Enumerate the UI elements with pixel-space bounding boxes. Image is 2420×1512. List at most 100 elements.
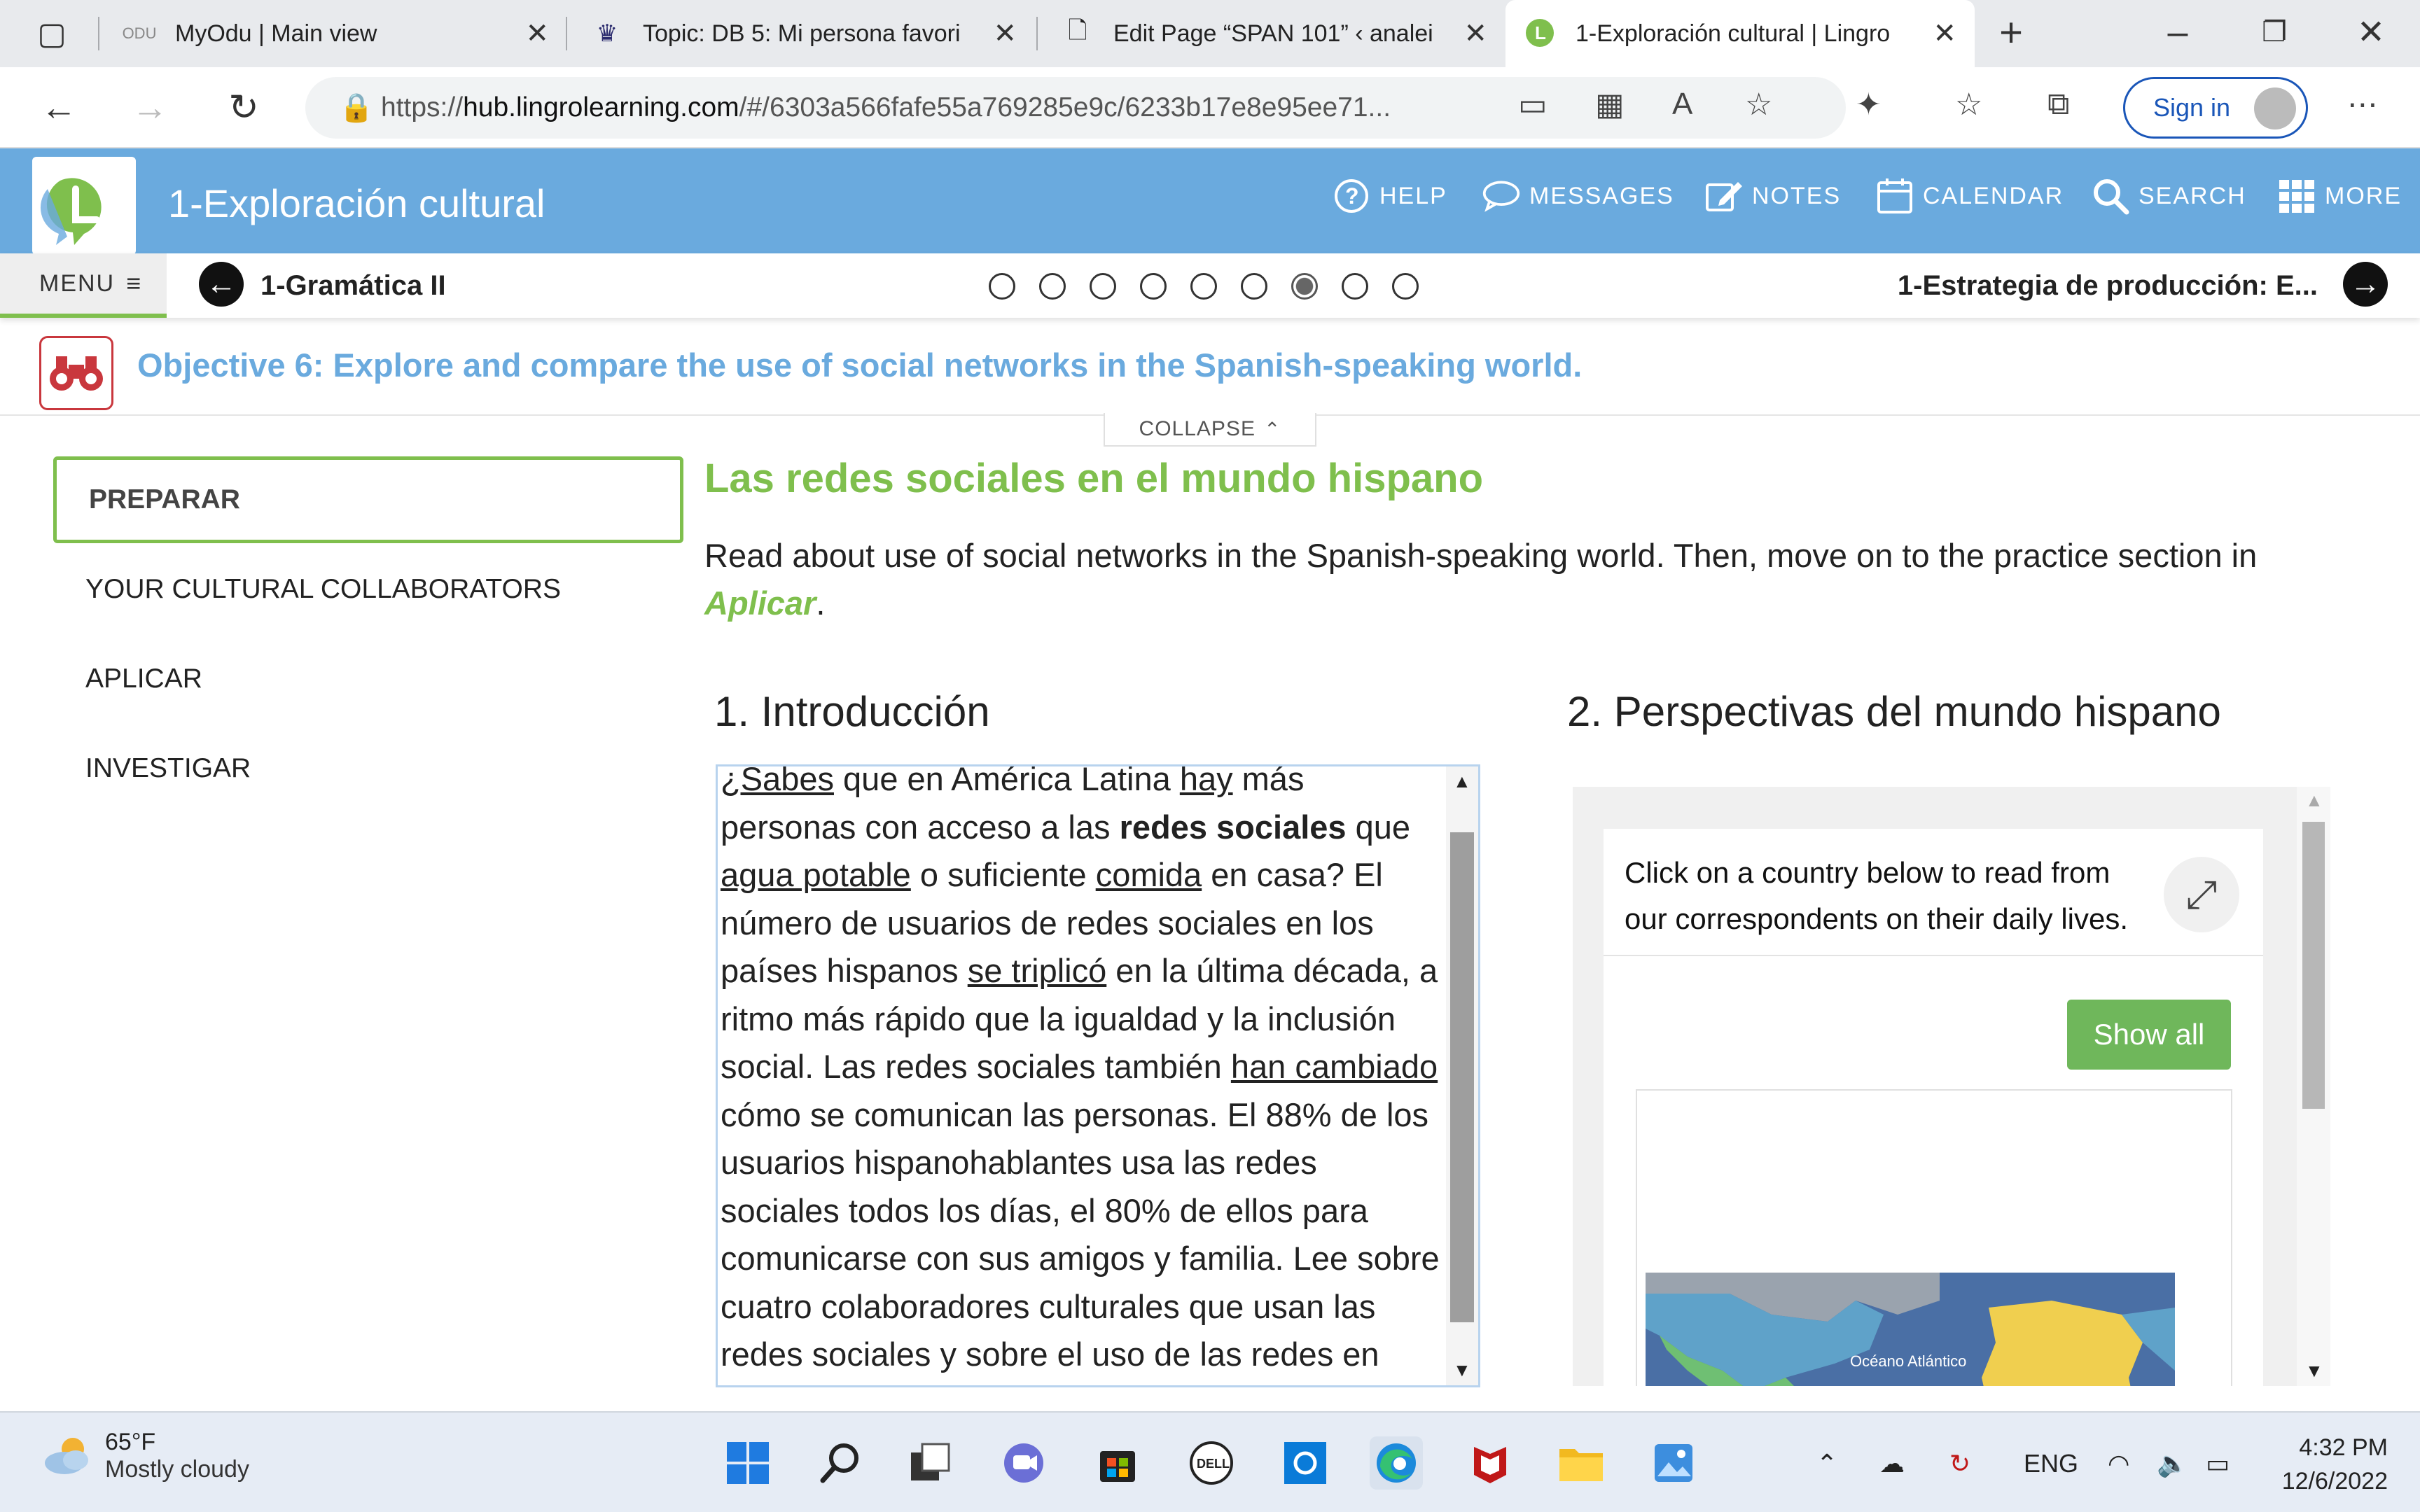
close-tab-icon[interactable]: ✕ <box>525 18 549 50</box>
language-indicator[interactable]: ENG <box>2024 1449 2078 1478</box>
battery-icon[interactable]: ▭ <box>2206 1449 2230 1478</box>
close-tab-icon[interactable]: ✕ <box>1463 18 1487 50</box>
settings-more-icon[interactable]: ⋯ <box>2347 87 2378 122</box>
favorites-icon[interactable]: ☆ <box>1955 87 1982 122</box>
sidebar-item-cultural-collaborators[interactable]: YOUR CULTURAL COLLABORATORS <box>53 546 683 633</box>
close-tab-icon[interactable]: ✕ <box>993 18 1017 50</box>
favorite-add-icon[interactable]: ☆ <box>1745 87 1772 122</box>
collapse-button[interactable]: COLLAPSE ⌃ <box>1104 413 1316 447</box>
app-title: 1-Exploración cultural <box>168 181 545 225</box>
back-icon[interactable]: ← <box>32 81 85 134</box>
app-available-icon[interactable]: ▭ <box>1518 87 1548 122</box>
collections-icon[interactable]: ⧉ <box>2047 87 2069 122</box>
tab-edit-page[interactable]: 🗋 Edit Page “SPAN 101” ‹ analei ✕ <box>1043 0 1505 67</box>
prev-lesson-link[interactable]: 1-Gramática II <box>260 270 446 302</box>
aplicar-link[interactable]: Aplicar <box>704 584 816 622</box>
scroll-down-icon[interactable]: ▼ <box>1453 1359 1471 1381</box>
tab-exploracion-cultural[interactable]: L 1-Exploración cultural | Lingro ✕ <box>1505 0 1975 67</box>
country-map-container: Océano Atlántico <box>1636 1089 2232 1386</box>
clock[interactable]: 4:32 PM 12/6/2022 <box>2282 1431 2388 1498</box>
binoculars-icon <box>39 336 113 410</box>
tab-topic-db5[interactable]: ♛ Topic: DB 5: Mi persona favori ✕ <box>573 0 1035 67</box>
mcafee-icon[interactable] <box>1463 1436 1517 1490</box>
prev-arrow-icon[interactable]: ← <box>199 262 244 307</box>
photos-icon[interactable] <box>1647 1436 1700 1490</box>
glossary-term[interactable]: agua potable <box>721 856 911 893</box>
glossary-term[interactable]: han cambiado <box>1231 1048 1438 1085</box>
sidebar-item-aplicar[interactable]: APLICAR <box>53 636 683 722</box>
sign-in-button[interactable]: Sign in <box>2123 77 2308 139</box>
refresh-icon[interactable]: ↻ <box>217 81 270 134</box>
new-tab-icon[interactable]: + <box>1984 6 2038 59</box>
help-nav[interactable]: ? HELP <box>1332 176 1447 216</box>
read-aloud-icon[interactable]: A <box>1672 87 1692 122</box>
expand-icon[interactable]: ⤢ <box>2164 857 2239 932</box>
menu-button[interactable]: MENU ≡ <box>0 253 167 318</box>
progress-dot[interactable] <box>1090 273 1116 300</box>
forward-icon[interactable]: → <box>123 81 176 134</box>
more-nav[interactable]: MORE <box>2277 176 2402 216</box>
svg-text:DELL: DELL <box>1197 1457 1230 1471</box>
browser-tab-strip: ▢ ODU MyOdu | Main view ✕ ♛ Topic: DB 5:… <box>0 0 2420 67</box>
glossary-term[interactable]: comida <box>1096 856 1202 893</box>
key-term: redes sociales <box>1119 808 1347 846</box>
glossary-term[interactable]: hay <box>1180 766 1233 797</box>
progress-dot[interactable] <box>1140 273 1167 300</box>
next-lesson-link[interactable]: 1-Estrategia de producción: E... <box>1898 270 2318 302</box>
country-map[interactable]: Océano Atlántico <box>1646 1273 2175 1386</box>
perspectives-scrollbar[interactable]: ▲ ▼ <box>2297 787 2330 1386</box>
search-nav[interactable]: SEARCH <box>2091 176 2246 216</box>
intro-scroll-panel[interactable]: ¿Sabes que en América Latina hay más per… <box>716 764 1480 1387</box>
show-all-button[interactable]: Show all <box>2067 1000 2231 1070</box>
volume-icon[interactable]: 🔈 <box>2157 1449 2188 1478</box>
perspectives-frame[interactable]: Click on a country below to read from ou… <box>1573 787 2330 1386</box>
qr-code-icon[interactable]: ▦ <box>1595 87 1625 122</box>
restore-icon[interactable]: ❐ <box>2248 6 2301 59</box>
sync-alert-icon[interactable]: ↻ <box>1949 1449 1970 1478</box>
cortana-icon[interactable] <box>1279 1436 1332 1490</box>
notes-icon <box>1704 176 1744 216</box>
task-view-icon[interactable] <box>903 1436 957 1490</box>
progress-dot[interactable] <box>1241 273 1267 300</box>
edge-browser-icon[interactable] <box>1370 1436 1423 1490</box>
dell-icon[interactable]: DELL <box>1185 1436 1238 1490</box>
chevron-up-icon[interactable]: ⌃ <box>1816 1449 1837 1478</box>
notes-label: NOTES <box>1752 182 1842 209</box>
lingro-logo[interactable] <box>32 157 136 255</box>
calendar-nav[interactable]: CALENDAR <box>1875 176 2064 216</box>
intro-scrollbar[interactable]: ▲ ▼ <box>1446 766 1478 1385</box>
notes-nav[interactable]: NOTES <box>1704 176 1841 216</box>
file-explorer-icon[interactable] <box>1555 1436 1608 1490</box>
sidebar-item-investigar[interactable]: INVESTIGAR <box>53 725 683 812</box>
messages-nav[interactable]: MESSAGES <box>1482 176 1674 216</box>
scroll-up-icon[interactable]: ▲ <box>1453 771 1471 792</box>
next-arrow-icon[interactable]: → <box>2343 262 2388 307</box>
progress-dot[interactable] <box>1342 273 1368 300</box>
scrollbar-thumb[interactable] <box>2302 822 2325 1109</box>
close-tab-icon[interactable]: ✕ <box>1933 18 1956 50</box>
windows-start-icon[interactable] <box>721 1436 774 1490</box>
tab-myodu[interactable]: ODU MyOdu | Main view ✕ <box>105 0 567 67</box>
glossary-term[interactable]: ¿Sabes <box>721 766 834 797</box>
progress-dot[interactable] <box>1190 273 1217 300</box>
sidebar-item-preparar[interactable]: PREPARAR <box>53 456 683 543</box>
weather-widget[interactable]: 65°F Mostly cloudy <box>39 1428 249 1484</box>
odu-icon: ODU <box>122 24 157 42</box>
scroll-up-icon[interactable]: ▲ <box>2305 790 2323 811</box>
progress-dot[interactable] <box>989 273 1015 300</box>
close-window-icon[interactable]: ✕ <box>2344 6 2398 59</box>
progress-dot[interactable] <box>1291 273 1318 300</box>
microsoft-store-icon[interactable] <box>1091 1436 1144 1490</box>
glossary-term[interactable]: se triplicó <box>968 952 1107 989</box>
minimize-icon[interactable]: – <box>2151 6 2204 59</box>
progress-dot[interactable] <box>1039 273 1066 300</box>
tab-actions-icon[interactable]: ▢ <box>25 7 78 60</box>
onedrive-sync-icon[interactable]: ☁ <box>1879 1449 1905 1478</box>
search-icon[interactable] <box>814 1436 867 1490</box>
scroll-down-icon[interactable]: ▼ <box>2305 1360 2323 1382</box>
wifi-icon[interactable]: ◠ <box>2108 1449 2129 1478</box>
extensions-icon[interactable]: ✦ <box>1856 87 1882 122</box>
teams-chat-icon[interactable] <box>997 1436 1050 1490</box>
progress-dot[interactable] <box>1392 273 1419 300</box>
scrollbar-thumb[interactable] <box>1450 832 1474 1322</box>
